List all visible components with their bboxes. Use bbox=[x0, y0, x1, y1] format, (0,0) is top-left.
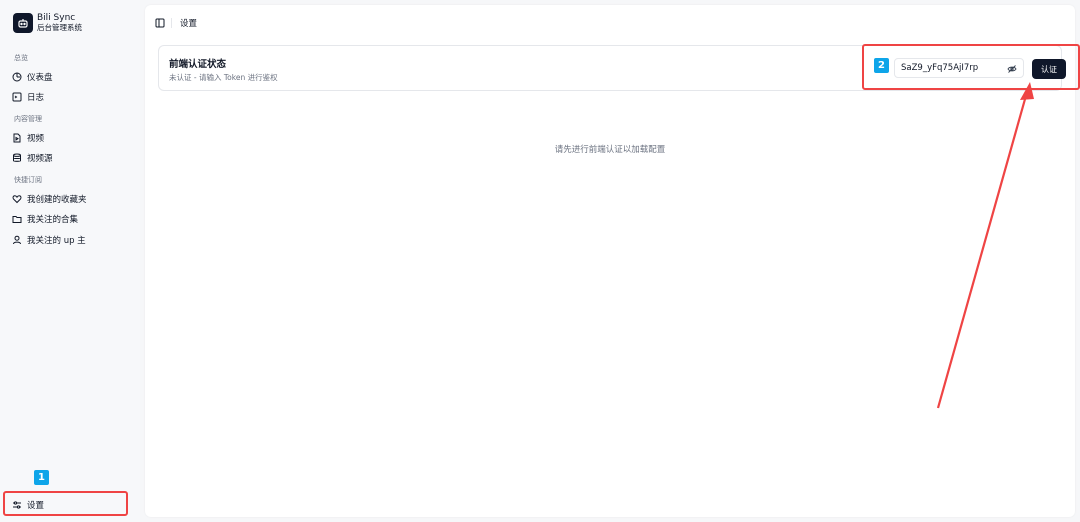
sidebar-item-logs[interactable]: 日志 bbox=[12, 89, 130, 105]
brand-subtitle: 后台管理系统 bbox=[37, 22, 82, 32]
sidebar-item-dashboard[interactable]: 仪表盘 bbox=[12, 69, 130, 85]
sidebar-item-label: 我关注的合集 bbox=[27, 215, 79, 225]
sidebar-item-favorites[interactable]: 我创建的收藏夹 bbox=[12, 191, 130, 207]
sidebar-item-label: 视频源 bbox=[27, 154, 53, 164]
annotation-badge-1: 1 bbox=[34, 470, 49, 485]
auth-title: 前端认证状态 bbox=[169, 59, 227, 70]
database-icon bbox=[13, 153, 21, 162]
topbar: 设置 bbox=[155, 17, 197, 29]
file-video-icon bbox=[13, 133, 21, 143]
sidebar-item-video-sources[interactable]: 视频源 bbox=[12, 150, 130, 166]
sidebar-item-label: 视频 bbox=[27, 134, 45, 144]
sidebar-item-label: 我创建的收藏夹 bbox=[27, 195, 87, 205]
annotation-box-settings bbox=[3, 491, 128, 516]
folder-icon bbox=[12, 216, 22, 223]
sidebar-item-collections[interactable]: 我关注的合集 bbox=[12, 211, 130, 227]
breadcrumb: 设置 bbox=[180, 19, 198, 29]
bot-logo-icon bbox=[13, 13, 33, 33]
group-label-content: 内容管理 bbox=[14, 115, 42, 123]
sidebar: Bili Sync 后台管理系统 总览 仪表盘 日志 内容管理 视频 视频源 快… bbox=[0, 0, 140, 522]
brand[interactable]: Bili Sync 后台管理系统 bbox=[13, 13, 82, 33]
sidebar-item-label: 我关注的 up 主 bbox=[27, 236, 86, 246]
sidebar-item-videos[interactable]: 视频 bbox=[12, 130, 130, 146]
sidebar-item-label: 日志 bbox=[27, 93, 45, 103]
empty-state-message: 请先进行前端认证以加载配置 bbox=[554, 145, 666, 155]
sidebar-item-label: 仪表盘 bbox=[27, 73, 53, 83]
group-label-overview: 总览 bbox=[14, 54, 28, 62]
auth-subtitle: 未认证 - 请输入 Token 进行鉴权 bbox=[169, 73, 278, 82]
sidebar-toggle-icon[interactable] bbox=[155, 18, 165, 28]
user-icon bbox=[13, 235, 21, 245]
sidebar-item-followed-up[interactable]: 我关注的 up 主 bbox=[12, 232, 130, 248]
gauge-icon bbox=[12, 72, 22, 82]
terminal-icon bbox=[12, 92, 22, 102]
divider bbox=[171, 18, 172, 28]
group-label-subscriptions: 快捷订阅 bbox=[14, 176, 42, 184]
annotation-box-auth bbox=[862, 44, 1080, 90]
annotation-badge-2: 2 bbox=[874, 58, 889, 73]
heart-icon bbox=[12, 195, 22, 204]
